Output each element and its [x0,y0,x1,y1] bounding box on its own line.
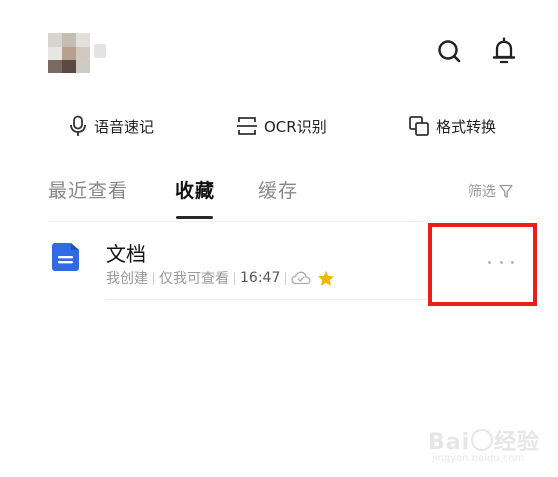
meta-divider [285,271,287,285]
highlight-annotation-box [428,223,537,306]
format-convert-label: 格式转换 [436,117,497,136]
ocr-label: OCR识别 [264,117,327,136]
ocr-scan-icon [237,117,257,135]
filter-button[interactable]: 筛选 [468,181,513,201]
tab-recent[interactable]: 最近查看 [48,176,128,203]
file-title: 文档 [106,242,146,266]
star-icon[interactable] [317,270,335,287]
voice-memo-label: 语音速记 [94,117,155,136]
ocr-button[interactable]: OCR识别 [236,114,327,138]
file-permission: 仅我可查看 [159,271,229,287]
funnel-icon [499,184,513,198]
list-divider [106,299,426,300]
microphone-icon [70,115,86,136]
voice-memo-button[interactable]: 语音速记 [68,114,154,138]
format-convert-button[interactable]: 格式转换 [408,114,496,138]
copy-format-icon [409,116,429,136]
watermark-url: jingyan.baidu.com [432,453,525,464]
cloud-synced-icon [291,271,312,285]
username-blurred [94,44,106,58]
file-meta: 我创建 仅我可查看 16:47 [106,268,335,288]
tab-favorites[interactable]: 收藏 [175,176,215,203]
file-time: 16:47 [240,270,281,286]
document-icon [52,243,79,271]
meta-divider [153,271,154,285]
bell-icon [492,37,516,64]
avatar[interactable] [48,33,90,73]
file-creator: 我创建 [106,271,148,287]
filter-label: 筛选 [468,184,496,200]
active-tab-indicator [176,216,213,219]
notifications-button[interactable] [489,36,519,66]
tabs-divider [48,221,528,222]
search-icon [438,40,461,63]
tab-cache[interactable]: 缓存 [258,176,298,203]
baidu-watermark: Bai 经验 [428,429,541,455]
search-button[interactable] [434,36,464,66]
meta-divider [234,271,235,285]
